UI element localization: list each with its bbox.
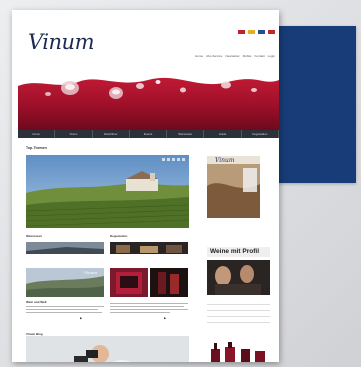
wine-splash-banner: [18, 68, 279, 130]
text-line: [110, 309, 188, 310]
sidebar-event-photo[interactable]: [207, 260, 270, 295]
text-line: [26, 306, 104, 307]
column-2-title: Degustation: [110, 234, 128, 238]
svg-text:Vinum: Vinum: [84, 270, 97, 275]
more-link-1[interactable]: ▶: [80, 316, 82, 320]
blue-accent-panel: [276, 26, 356, 183]
top-link-login[interactable]: Login: [268, 54, 275, 58]
top-link-newsletter[interactable]: Newsletter: [225, 54, 239, 58]
magazine-cover[interactable]: Vinum: [207, 156, 260, 218]
thumb-banner-2[interactable]: [110, 242, 188, 254]
text-line: [110, 306, 184, 307]
flag-icon-1[interactable]: [238, 30, 245, 34]
language-flags: [238, 30, 275, 34]
site-header: Vinum Home Abo-Service Newsletter Mobile…: [12, 10, 279, 72]
site-logo[interactable]: Vinum: [28, 30, 94, 54]
carousel-dot[interactable]: [162, 158, 165, 161]
hero-vineyard-image[interactable]: [26, 155, 189, 228]
weine-profil-box[interactable]: Weine mit Profil: [207, 247, 270, 257]
website-screenshot: Vinum Home Abo-Service Newsletter Mobile…: [12, 10, 279, 362]
tasting-cover-1[interactable]: [110, 268, 148, 297]
weine-profil-title: Weine mit Profil: [210, 248, 259, 255]
top-links: Home Abo-Service Newsletter Mobile Konta…: [195, 54, 275, 58]
top-link-home[interactable]: Home: [195, 54, 203, 58]
nav-item-3[interactable]: Weinführer: [93, 130, 130, 138]
nav-item-2[interactable]: Vinum: [55, 130, 93, 138]
nav-item-1[interactable]: Home: [18, 130, 56, 138]
top-link-kontakt[interactable]: Kontakt: [254, 54, 264, 58]
hero-carousel-dots: [162, 158, 185, 161]
hero-section-title: Top-Themen: [26, 146, 47, 150]
top-link-abo[interactable]: Abo-Service: [206, 54, 222, 58]
text-line: [110, 312, 170, 313]
main-navigation: Home Vinum Weinführer Events Weinreisen …: [18, 130, 279, 138]
flag-icon-2[interactable]: [248, 30, 255, 34]
flag-icon-4[interactable]: [268, 30, 275, 34]
text-line: [110, 303, 188, 304]
carousel-dot[interactable]: [182, 158, 185, 161]
wine-world-image[interactable]: Vinum: [26, 268, 104, 297]
nav-item-7[interactable]: Degustation: [242, 130, 279, 138]
nav-item-4[interactable]: Events: [130, 130, 168, 138]
column-1-title: Weinreisen: [26, 234, 42, 238]
nav-item-5[interactable]: Weinreisen: [167, 130, 205, 138]
top-link-mobile[interactable]: Mobile: [243, 54, 252, 58]
wine-bottles-image[interactable]: [207, 341, 270, 362]
more-link-2[interactable]: ▶: [164, 316, 166, 320]
svg-text:Vinum: Vinum: [215, 157, 235, 164]
sidebar-row[interactable]: [207, 317, 270, 323]
text-line: [26, 309, 98, 310]
carousel-dot[interactable]: [172, 158, 175, 161]
wine-world-caption[interactable]: Wein und Welt: [26, 300, 47, 304]
text-line: [26, 312, 102, 313]
flag-icon-3[interactable]: [258, 30, 265, 34]
carousel-dot[interactable]: [167, 158, 170, 161]
carousel-dot[interactable]: [177, 158, 180, 161]
nav-item-6[interactable]: Guide: [204, 130, 242, 138]
thumb-banner-1[interactable]: [26, 242, 104, 254]
blog-photo-person[interactable]: [26, 336, 189, 362]
tasting-cover-2[interactable]: [150, 268, 188, 297]
